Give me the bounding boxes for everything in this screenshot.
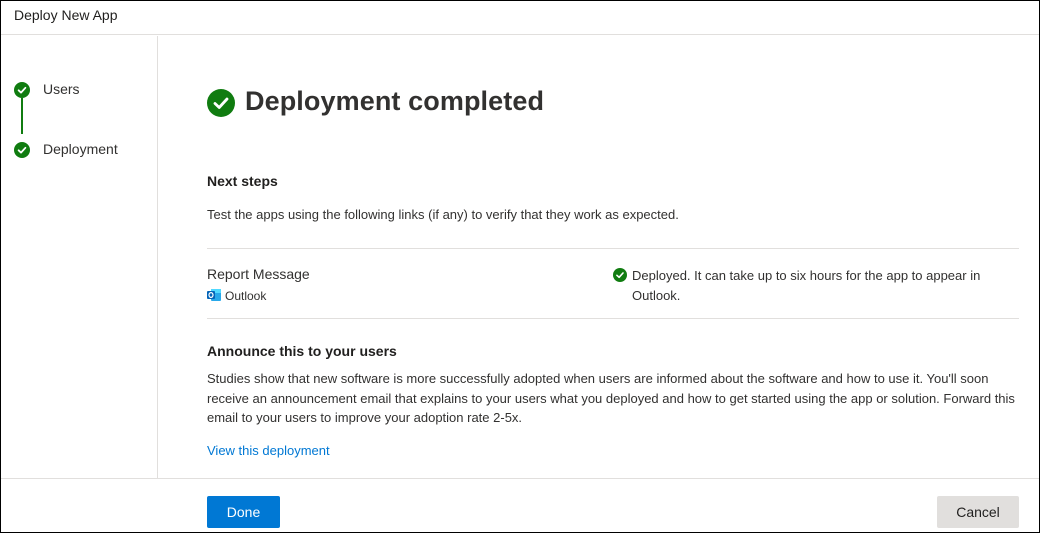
status-text: Deployed. It can take up to six hours fo… xyxy=(632,268,981,303)
main-content: Deployment completed Next steps Test the… xyxy=(159,36,1039,478)
next-steps-title: Next steps xyxy=(207,173,278,189)
done-button[interactable]: Done xyxy=(207,496,280,528)
page-title: Deployment completed xyxy=(245,86,545,116)
step-label: Deployment xyxy=(43,141,118,157)
app-name: Outlook xyxy=(225,289,267,303)
check-circle-icon xyxy=(207,89,235,117)
announce-title: Announce this to your users xyxy=(207,343,397,359)
step-label: Users xyxy=(43,81,80,97)
check-circle-icon xyxy=(14,82,30,98)
next-steps-description: Test the apps using the following links … xyxy=(207,207,679,222)
check-circle-icon xyxy=(613,268,627,282)
footer: Done Cancel xyxy=(1,478,1039,532)
deploy-dialog: Deploy New App Users Deployment Deployme… xyxy=(0,0,1040,533)
title-bar: Deploy New App xyxy=(1,1,1039,35)
stepper: Users Deployment xyxy=(1,36,158,478)
step-connector xyxy=(21,98,23,134)
announce-body: Studies show that new software is more s… xyxy=(207,371,1015,425)
report-app-title: Report Message xyxy=(207,266,310,282)
cancel-button[interactable]: Cancel xyxy=(937,496,1019,528)
divider xyxy=(207,318,1019,319)
window-title: Deploy New App xyxy=(14,7,118,23)
view-deployment-link[interactable]: View this deployment xyxy=(207,443,330,458)
divider xyxy=(207,248,1019,249)
outlook-icon xyxy=(207,289,221,301)
check-circle-icon xyxy=(14,142,30,158)
